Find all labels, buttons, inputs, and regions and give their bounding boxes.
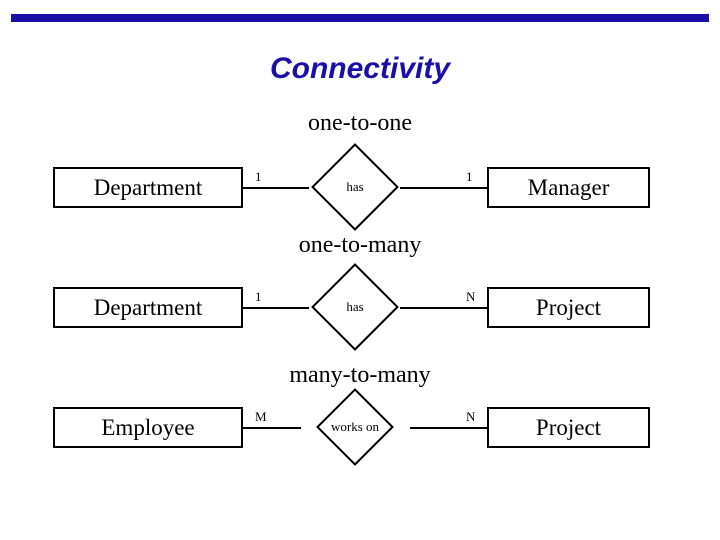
connector-line-left: [243, 427, 301, 429]
connector-line-right: [410, 427, 487, 429]
connector-line-right: [400, 307, 487, 309]
er-diagram-one-to-one: Department 1 has 1 Manager: [0, 143, 720, 237]
footer-logo-bar: SDSC SAN DIEGO SUPERCOMPUTER CENTER: [0, 484, 720, 540]
cardinality-label-right: 1: [466, 169, 473, 184]
connector-line-left: [243, 187, 309, 189]
section-caption-one-to-many: one-to-many: [298, 232, 422, 258]
entity-box-right: Project: [487, 287, 650, 328]
connector-line-left: [243, 307, 309, 309]
cardinality-label-left: M: [255, 409, 267, 424]
er-diagram-many-to-many: Employee M works on N Project: [0, 387, 720, 477]
cardinality-label-right: N: [466, 409, 476, 424]
connector-line-right: [400, 187, 487, 189]
entity-box-left: Department: [53, 287, 243, 328]
section-caption-many-to-many: many-to-many: [289, 362, 431, 388]
cardinality-label-left: 1: [255, 289, 262, 304]
slide-canvas: Connectivity one-to-one Department 1 has…: [0, 0, 720, 540]
entity-box-right: Project: [487, 407, 650, 448]
cardinality-label-right: N: [466, 289, 476, 304]
top-rule-divider: [11, 14, 709, 22]
relationship-label: has: [346, 179, 364, 194]
relationship-label: has: [346, 299, 364, 314]
section-caption-one-to-one: one-to-one: [308, 110, 412, 136]
page-title: Connectivity: [269, 52, 451, 85]
er-diagram-one-to-many: Department 1 has N Project: [0, 263, 720, 357]
entity-box-right: Manager: [487, 167, 650, 208]
entity-box-left: Employee: [53, 407, 243, 448]
relationship-label: works on: [330, 419, 380, 434]
entity-box-left: Department: [53, 167, 243, 208]
cardinality-label-left: 1: [255, 169, 262, 184]
